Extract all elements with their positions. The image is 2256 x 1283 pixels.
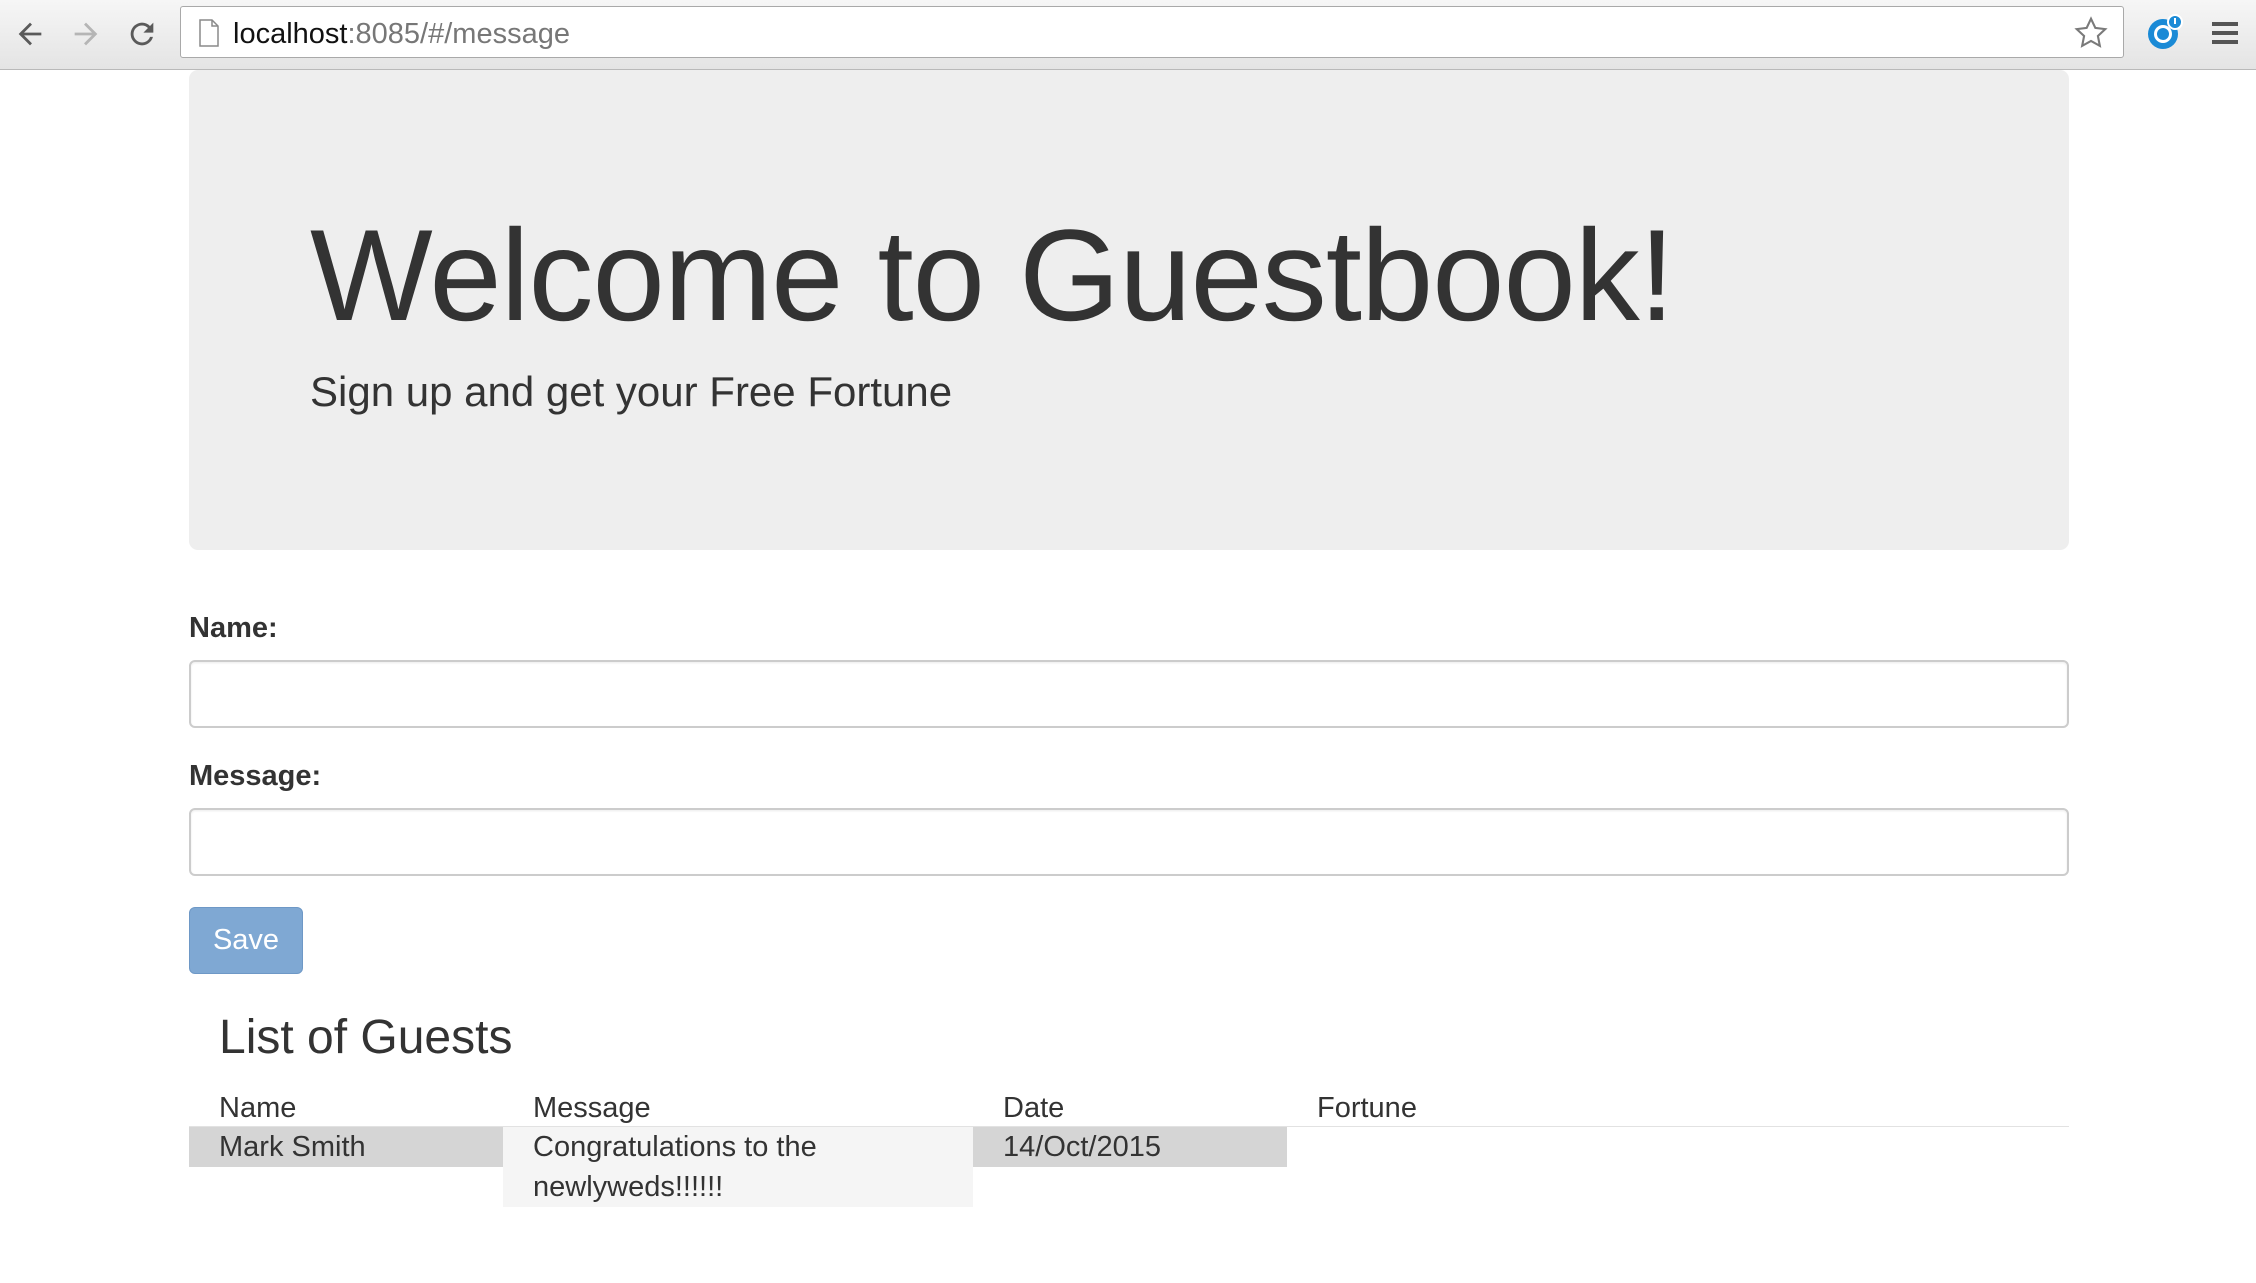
table-header: Name Message Date Fortune [189, 1088, 2069, 1127]
extension-icon[interactable] [2144, 13, 2184, 53]
hamburger-menu-icon[interactable] [2210, 18, 2240, 48]
page-container: Welcome to Guestbook! Sign up and get yo… [189, 70, 2069, 1207]
url-text: localhost:8085/#/message [233, 19, 570, 49]
cell-date: 14/Oct/2015 [973, 1127, 1287, 1167]
forward-arrow-icon[interactable] [66, 14, 106, 54]
page-icon [199, 19, 219, 47]
cell-message-line: newlyweds!!!!!! [533, 1171, 724, 1203]
column-header-date: Date [1003, 1092, 1065, 1124]
address-bar[interactable]: localhost:8085/#/message [180, 6, 2124, 58]
save-button[interactable]: Save [189, 907, 303, 974]
table-row: Mark Smith Congratulations to the newlyw… [189, 1127, 2069, 1207]
url-path: :8085/#/message [347, 18, 570, 50]
page-title: Welcome to Guestbook! [310, 202, 1675, 348]
message-label: Message: [189, 760, 322, 792]
url-host: localhost [233, 18, 348, 50]
guest-table: Name Message Date Fortune Mark Smith Con… [189, 1088, 2069, 1207]
column-header-fortune: Fortune [1317, 1092, 1417, 1124]
page-subtitle: Sign up and get your Free Fortune [310, 368, 953, 415]
jumbotron: Welcome to Guestbook! Sign up and get yo… [189, 70, 2069, 550]
column-header-message: Message [533, 1092, 651, 1124]
guest-list-title: List of Guests [219, 1011, 513, 1064]
cell-message-line: Congratulations to the [533, 1131, 817, 1163]
name-input[interactable] [189, 660, 2069, 728]
cell-message: Congratulations to the newlyweds!!!!!! [503, 1127, 973, 1207]
reload-icon[interactable] [122, 14, 162, 54]
message-input[interactable] [189, 808, 2069, 876]
browser-toolbar: localhost:8085/#/message [0, 0, 2256, 70]
star-icon[interactable] [2073, 15, 2109, 51]
column-header-name: Name [219, 1092, 297, 1124]
name-label: Name: [189, 612, 278, 644]
cell-name: Mark Smith [189, 1127, 503, 1167]
back-arrow-icon[interactable] [10, 14, 50, 54]
